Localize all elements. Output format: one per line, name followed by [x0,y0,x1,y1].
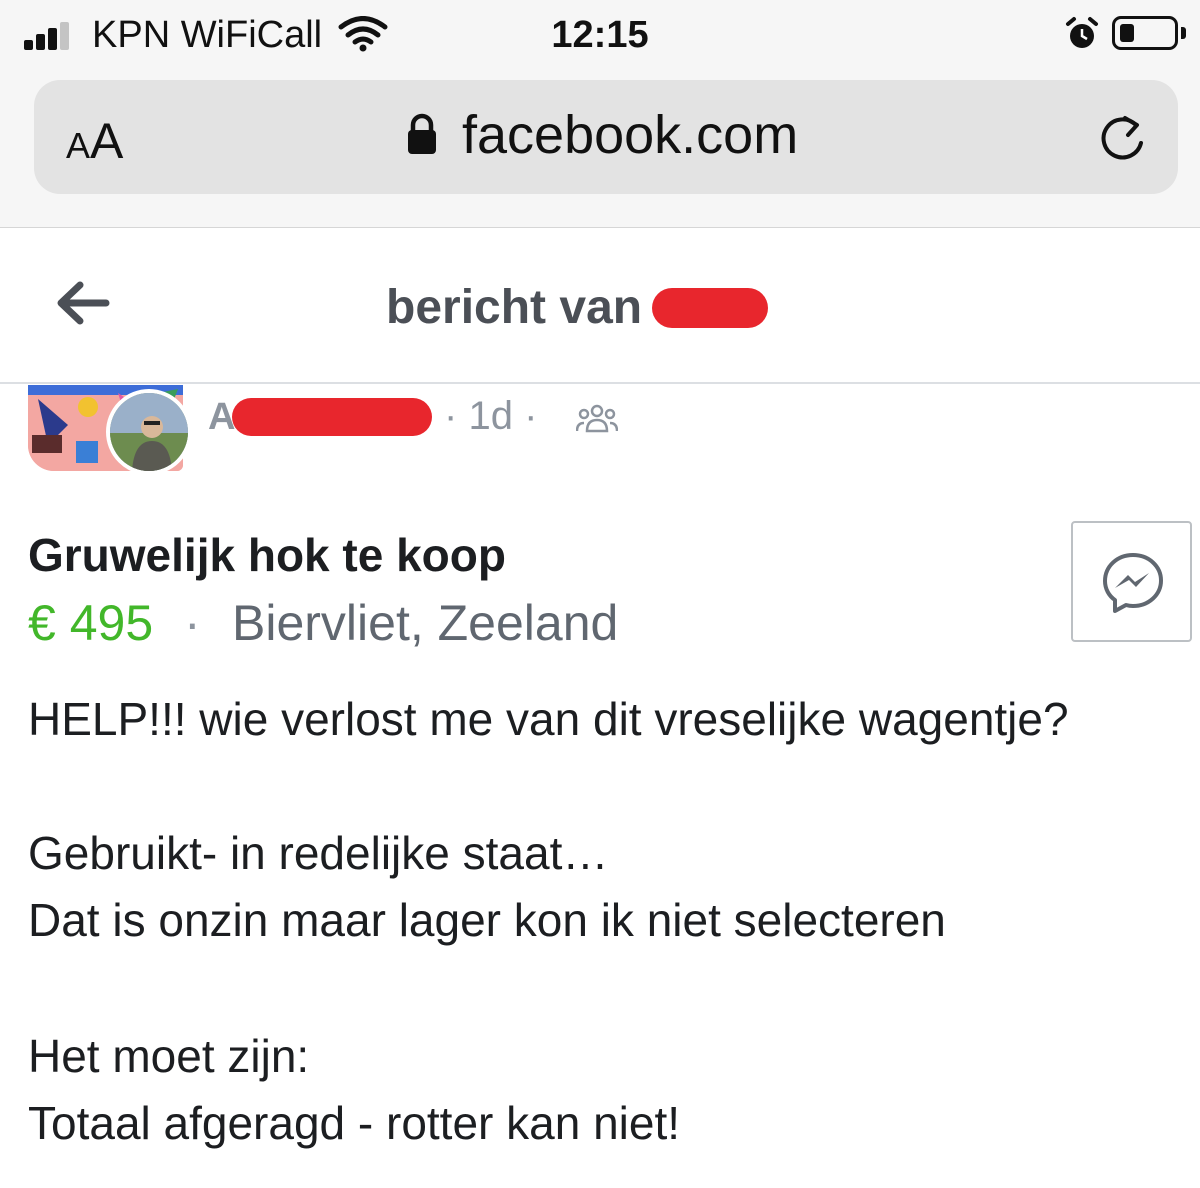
listing-price: € 495 [28,595,154,651]
author-avatar[interactable] [106,389,192,475]
meta-separator: · [444,394,458,438]
messenger-icon [1103,553,1163,613]
post-body-line: Totaal afgeragd - rotter kan niet! [28,1097,681,1149]
redaction-mark [232,398,432,436]
redaction-mark [652,288,768,328]
reload-icon[interactable] [1096,112,1150,171]
text-size-button[interactable]: AA [66,112,123,170]
browser-toolbar: AA facebook.com [0,72,1200,229]
post-time[interactable]: 1d [468,394,513,438]
address-bar[interactable]: AA facebook.com [34,80,1178,194]
page-header: bericht van [0,228,1200,384]
lock-icon [406,112,438,161]
post-avatar[interactable] [28,385,198,485]
listing-title[interactable]: Gruwelijk hok te koop [28,528,506,582]
message-seller-button[interactable] [1071,521,1192,642]
back-arrow-icon[interactable] [54,280,110,331]
battery-icon [1112,16,1178,50]
post-meta: · 1d · [444,394,537,439]
price-separator: · [184,595,201,651]
status-bar: KPN WiFiCall 12:15 [0,0,1200,72]
battery-nub [1181,27,1186,39]
post-body-line: HELP!!! wie verlost me van dit vreselijk… [28,693,1069,745]
alarm-icon [1064,16,1100,57]
clock: 12:15 [551,14,649,56]
meta-separator: · [524,394,538,438]
page-title: bericht van [386,281,643,334]
url-text[interactable]: facebook.com [462,104,798,166]
post-body-line: Dat is onzin maar lager kon ik niet sele… [28,894,946,946]
group-icon [575,404,619,439]
listing-location: Biervliet, Zeeland [232,595,619,651]
post-body-line: Het moet zijn: [28,1030,310,1082]
post-body-line: Gebruikt- in redelijke staat… [28,827,609,879]
